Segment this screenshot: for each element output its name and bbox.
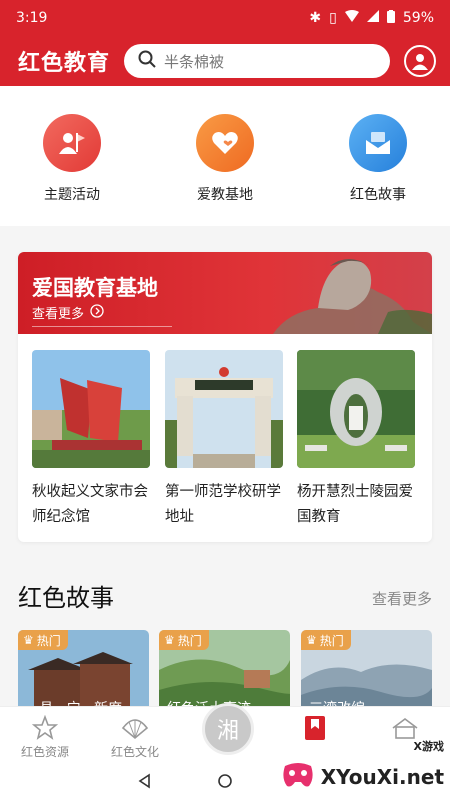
status-time: 3:19 — [16, 10, 48, 26]
star-icon — [0, 713, 90, 743]
arrow-right-circle-icon — [90, 303, 104, 322]
base-caption: 杨开慧烈士陵园爱国教育 — [297, 484, 413, 525]
base-caption: 第一师范学校研学地址 — [165, 484, 281, 525]
hot-badge: ♛ 热门 — [301, 630, 351, 650]
base-photo — [165, 350, 283, 468]
tab-bookmark[interactable] — [270, 713, 360, 743]
base-photo — [297, 350, 415, 468]
quick-links: 主题活动 爱教基地 红色故事 — [0, 86, 450, 226]
search-placeholder: 半条棉被 — [164, 52, 225, 71]
crown-icon: ♛ — [164, 633, 175, 647]
banner-underline — [32, 326, 172, 327]
mail-icon — [349, 114, 407, 172]
battery-level: 59% — [402, 10, 434, 26]
center-home-button[interactable]: 湘 — [202, 703, 254, 755]
search-input[interactable]: 半条棉被 — [124, 44, 390, 78]
app-header: 红色教育 半条棉被 — [0, 36, 450, 86]
base-caption: 秋收起义文家市会师纪念馆 — [32, 484, 148, 525]
gamepad-icon — [281, 760, 315, 794]
tab-label: 红色文化 — [110, 745, 159, 759]
wifi-icon — [344, 10, 359, 26]
center-home-label: 湘 — [216, 719, 239, 744]
quick-link-label: 红色故事 — [350, 187, 406, 203]
tab-red-culture[interactable]: 红色文化 — [90, 713, 180, 760]
status-bar: 3:19 ✱ ▯ 59% — [0, 0, 450, 36]
watermark-text: XYouXi.net — [320, 765, 444, 789]
bookmark-icon — [270, 713, 360, 743]
hot-badge-label: 热门 — [319, 633, 344, 648]
section-title: 红色故事 — [18, 584, 114, 612]
hot-badge: ♛ 热门 — [159, 630, 209, 650]
hot-badge: ♛ 热门 — [18, 630, 68, 650]
quick-link-label: 爱教基地 — [197, 187, 253, 203]
patriotic-base-card: 爱国教育基地 查看更多 秋收起义文家市会师纪念馆 第一师范学校研学地址 杨开慧烈… — [18, 252, 432, 542]
section-more-link[interactable]: 查看更多 — [372, 588, 432, 609]
vibrate-icon: ▯ — [329, 10, 337, 26]
base-item-first-normal[interactable]: 第一师范学校研学地址 — [165, 350, 283, 530]
signal-icon — [366, 10, 379, 26]
hot-badge-label: 热门 — [177, 633, 202, 648]
quick-link-theme-activity[interactable]: 主题活动 — [12, 114, 132, 204]
banner-more-link[interactable]: 查看更多 — [32, 303, 104, 322]
base-item-yang-kaihui[interactable]: 杨开慧烈士陵园爱国教育 — [297, 350, 415, 530]
quick-link-education-base[interactable]: 爱教基地 — [165, 114, 285, 204]
back-icon[interactable] — [137, 773, 153, 793]
bottom-tab-bar: 红色资源 红色文化 湘 — [0, 703, 450, 767]
battery-icon — [386, 9, 395, 27]
status-icons: ✱ ▯ 59% — [309, 9, 434, 27]
quick-link-label: 主题活动 — [44, 187, 100, 203]
heart-icon — [196, 114, 254, 172]
hot-badge-label: 热门 — [36, 633, 61, 648]
tab-red-resources[interactable]: 红色资源 — [0, 713, 90, 760]
fan-icon — [90, 713, 180, 743]
bluetooth-icon: ✱ — [309, 10, 322, 26]
banner-more-label: 查看更多 — [32, 307, 85, 322]
base-photo — [32, 350, 150, 468]
app-title: 红色教育 — [18, 51, 111, 76]
base-item-wenjiashi[interactable]: 秋收起义文家市会师纪念馆 — [32, 350, 150, 530]
flag-person-icon — [43, 114, 101, 172]
crown-icon: ♛ — [306, 633, 317, 647]
tab-label: 红色资源 — [20, 745, 69, 759]
patriotic-base-banner[interactable]: 爱国教育基地 查看更多 — [18, 252, 432, 334]
home-icon[interactable] — [217, 773, 233, 793]
user-icon — [412, 54, 428, 70]
banner-title: 爱国教育基地 — [32, 276, 158, 300]
user-profile-button[interactable] — [404, 45, 436, 77]
search-icon — [138, 50, 156, 72]
watermark: XYouXi.net X游戏 — [281, 740, 444, 794]
crown-icon: ♛ — [23, 633, 34, 647]
quick-link-red-story[interactable]: 红色故事 — [318, 114, 438, 204]
watermark-subtext: X游戏 — [413, 740, 444, 753]
